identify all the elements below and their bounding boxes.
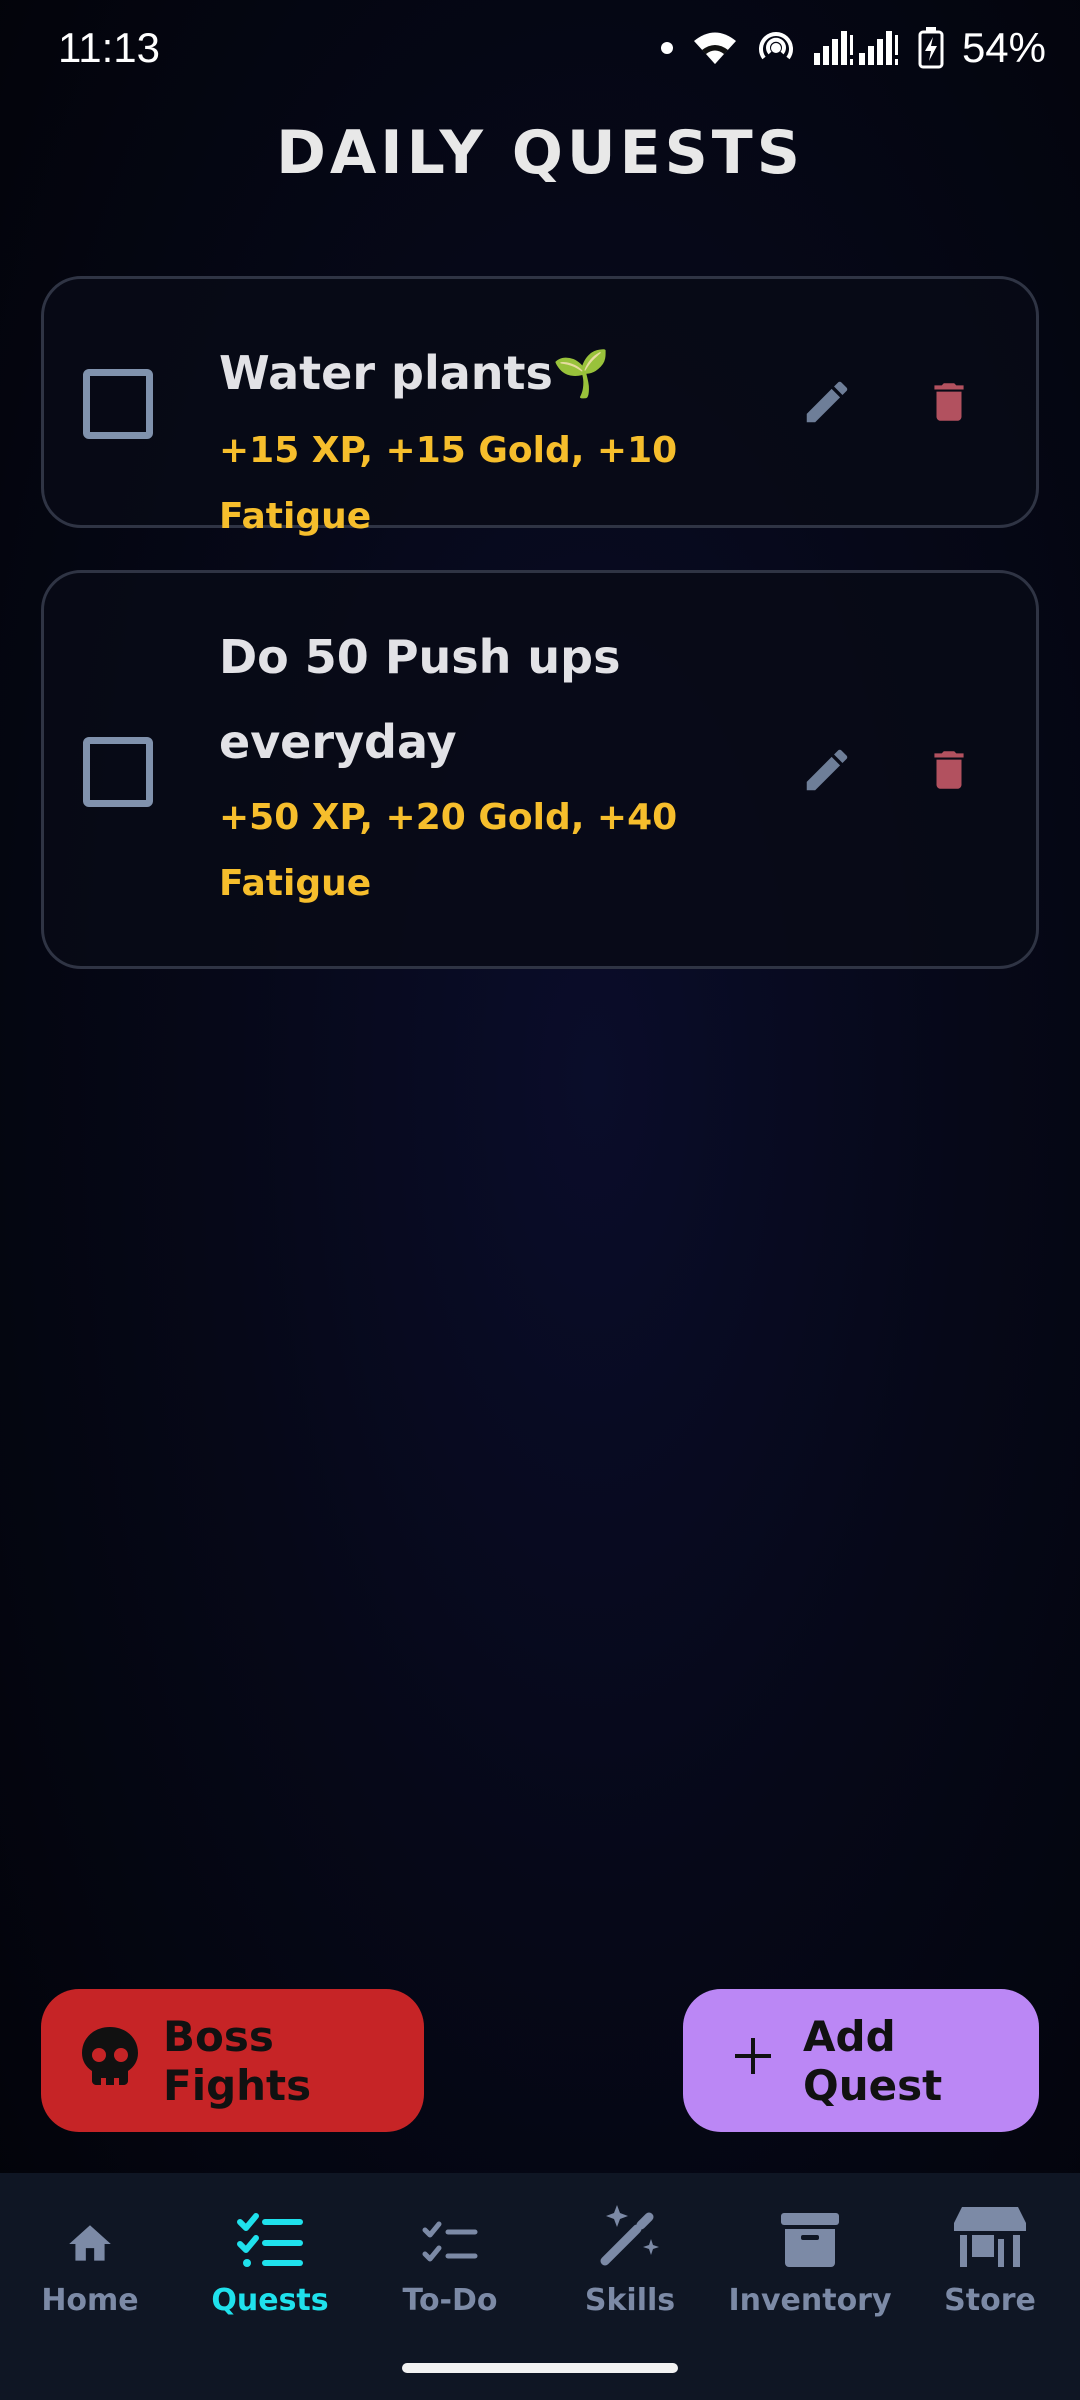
quest-checkbox[interactable]	[83, 369, 153, 439]
notification-dot-icon	[660, 41, 674, 55]
wifi-icon	[692, 30, 738, 66]
status-bar: 11:13 54%	[0, 0, 1080, 96]
nav-label: To-Do	[402, 2283, 498, 2318]
nav-label: Skills	[584, 2283, 676, 2318]
magic-wand-icon	[597, 2199, 663, 2269]
quest-title: Water plants🌱	[219, 346, 611, 400]
skull-icon	[79, 2025, 141, 2097]
delete-quest-button[interactable]	[914, 737, 984, 807]
nav-label: Home	[41, 2283, 139, 2318]
nav-item-todo[interactable]: To-Do	[360, 2199, 540, 2339]
archive-box-icon	[779, 2199, 841, 2269]
edit-quest-button[interactable]	[792, 737, 862, 807]
trash-icon	[924, 374, 974, 435]
pencil-icon	[800, 375, 854, 434]
home-gesture-bar[interactable]	[402, 2363, 678, 2373]
nav-item-store[interactable]: Store	[900, 2199, 1080, 2339]
quest-title: Do 50 Push ups everyday	[219, 630, 621, 769]
signal-icon	[813, 29, 900, 67]
battery-percentage: 54%	[961, 24, 1046, 71]
add-quest-button[interactable]: Add Quest	[683, 1989, 1039, 2132]
status-time: 11:13	[58, 24, 160, 71]
store-icon	[952, 2199, 1028, 2269]
pencil-icon	[800, 743, 854, 802]
nav-item-skills[interactable]: Skills	[540, 2199, 720, 2339]
nav-item-home[interactable]: Home	[0, 2199, 180, 2339]
edit-quest-button[interactable]	[792, 369, 862, 439]
nav-label: Quests	[211, 2283, 329, 2318]
todo-checklist-icon	[422, 2199, 478, 2269]
add-quest-label: Add Quest	[803, 2011, 943, 2110]
nav-label: Store	[944, 2283, 1036, 2318]
nav-label: Inventory	[728, 2283, 892, 2318]
quest-reward: +50 XP, +20 Gold, +40 Fatigue	[219, 797, 678, 904]
boss-fights-button[interactable]: Boss Fights	[41, 1989, 424, 2132]
quest-text: Do 50 Push ups everyday +50 XP, +20 Gold…	[219, 615, 779, 917]
page-title: DAILY QUESTS	[276, 118, 804, 188]
battery-charging-icon	[918, 27, 944, 69]
status-icons: 54%	[660, 24, 1046, 72]
quest-card: Water plants🌱 +15 XP, +15 Gold, +10 Fati…	[41, 276, 1039, 537]
quest-checkbox[interactable]	[83, 737, 153, 807]
quest-text: Water plants🌱 +15 XP, +15 Gold, +10 Fati…	[219, 331, 779, 550]
plus-icon	[733, 2036, 773, 2086]
nav-item-inventory[interactable]: Inventory	[720, 2199, 900, 2339]
delete-quest-button[interactable]	[914, 369, 984, 439]
quests-list-icon	[237, 2199, 303, 2269]
quest-reward: +15 XP, +15 Gold, +10 Fatigue	[219, 430, 678, 537]
boss-fights-label: Boss Fights	[163, 2011, 312, 2110]
nav-item-quests[interactable]: Quests	[180, 2199, 360, 2339]
hotspot-icon	[756, 28, 796, 68]
trash-icon	[924, 742, 974, 803]
quest-card: Do 50 Push ups everyday +50 XP, +20 Gold…	[41, 570, 1039, 969]
home-icon	[64, 2199, 116, 2269]
